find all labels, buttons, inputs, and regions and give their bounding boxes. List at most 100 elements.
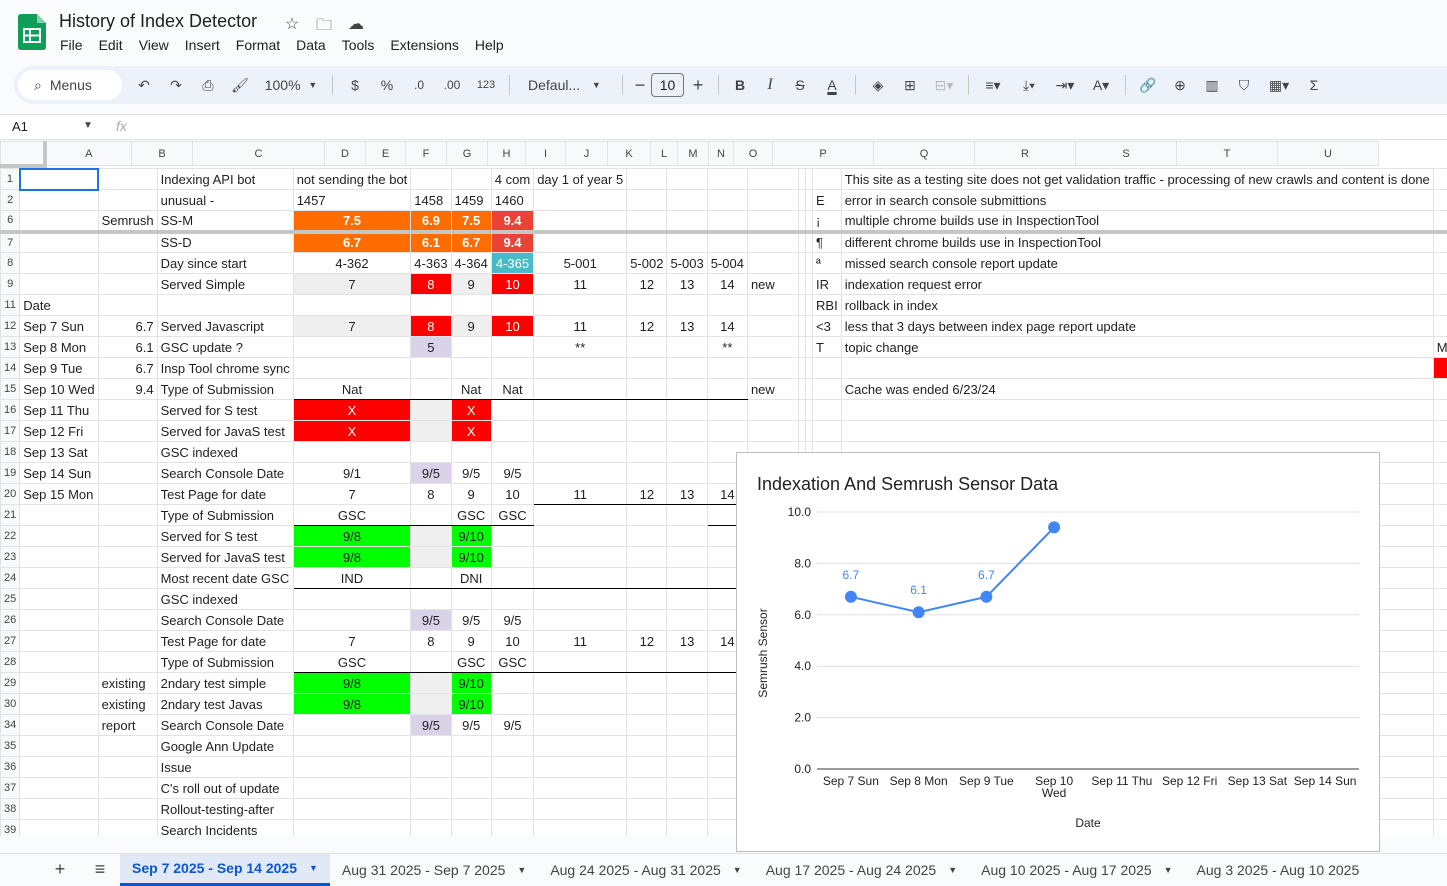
cell-c-20[interactable]: Test Page for date <box>157 484 293 505</box>
cell-h-17[interactable] <box>534 421 627 442</box>
cell-h-19[interactable] <box>534 463 627 484</box>
cell-c-8[interactable]: Day since start <box>157 253 293 274</box>
cell-j-30[interactable] <box>667 694 707 715</box>
menu-file[interactable]: File <box>52 37 91 53</box>
cell-b-34[interactable]: report <box>98 715 157 736</box>
cell-c-14[interactable]: Insp Tool chrome sync <box>157 358 293 379</box>
cell-f-35[interactable] <box>451 736 491 757</box>
cell-g-25[interactable] <box>491 589 533 610</box>
menu-extensions[interactable]: Extensions <box>382 37 466 53</box>
cell-c-27[interactable]: Test Page for date <box>157 631 293 652</box>
cell-q-21[interactable] <box>1433 505 1447 526</box>
cell-q-1[interactable] <box>1433 169 1447 190</box>
cell-f-16[interactable]: X <box>451 400 491 421</box>
paint-format-icon[interactable]: 🖌 <box>224 71 256 99</box>
cell-l-12[interactable] <box>747 316 798 337</box>
strikethrough-icon[interactable]: S <box>785 71 815 99</box>
cell-h-23[interactable] <box>534 547 627 568</box>
cell-a-22[interactable] <box>20 526 98 547</box>
cell-b-11[interactable] <box>98 295 157 316</box>
column-header-m[interactable]: M <box>678 142 709 166</box>
cell-f-11[interactable] <box>451 295 491 316</box>
functions-icon[interactable]: Σ <box>1298 71 1330 99</box>
cell-e-30[interactable] <box>411 694 451 715</box>
zoom-select[interactable]: 100% ▼ <box>256 71 326 99</box>
cell-m-13[interactable] <box>799 337 806 358</box>
row-header[interactable]: 26 <box>1 610 20 631</box>
cell-c-2[interactable]: unusual - <box>157 190 293 211</box>
document-title[interactable]: History of Index Detector <box>59 11 257 32</box>
row-header[interactable]: 22 <box>1 526 20 547</box>
cell-j-37[interactable] <box>667 778 707 799</box>
cell-j-12[interactable]: 13 <box>667 316 707 337</box>
cell-c-25[interactable]: GSC indexed <box>157 589 293 610</box>
cell-q-9[interactable] <box>1433 274 1447 295</box>
text-rotation-icon[interactable]: A▾ <box>1083 71 1119 99</box>
cell-h-21[interactable] <box>534 505 627 526</box>
cell-g-39[interactable] <box>491 820 533 837</box>
cell-p-13[interactable]: topic change <box>841 337 1433 358</box>
cell-i-21[interactable] <box>627 505 667 526</box>
cell-d-37[interactable] <box>293 778 411 799</box>
cell-a-38[interactable] <box>20 799 98 820</box>
cell-c-26[interactable]: Search Console Date <box>157 610 293 631</box>
cell-d-11[interactable] <box>293 295 411 316</box>
cell-j-36[interactable] <box>667 757 707 778</box>
cell-k-2[interactable] <box>707 190 747 211</box>
cell-b-39[interactable] <box>98 820 157 837</box>
cell-e-22[interactable] <box>411 526 451 547</box>
cell-c-30[interactable]: 2ndary test Javas <box>157 694 293 715</box>
cell-f-20[interactable]: 9 <box>451 484 491 505</box>
cell-b-24[interactable] <box>98 568 157 589</box>
cell-e-7[interactable]: 6.1 <box>411 232 451 253</box>
cell-m-1[interactable] <box>799 169 806 190</box>
cell-p-6[interactable]: multiple chrome builds use in Inspection… <box>841 211 1433 232</box>
cell-b-28[interactable] <box>98 652 157 673</box>
cell-h-2[interactable] <box>534 190 627 211</box>
cell-a-12[interactable]: Sep 7 Sun <box>20 316 98 337</box>
cell-q-19[interactable] <box>1433 463 1447 484</box>
cell-c-23[interactable]: Served for JavaS test <box>157 547 293 568</box>
cell-k-6[interactable] <box>707 211 747 232</box>
cell-a-7[interactable] <box>20 232 98 253</box>
column-header-g[interactable]: G <box>447 142 488 166</box>
cell-j-29[interactable] <box>667 673 707 694</box>
cell-o-12[interactable]: <3 <box>813 316 842 337</box>
cell-q-15[interactable] <box>1433 379 1447 400</box>
cell-d-14[interactable] <box>293 358 411 379</box>
cell-m-6[interactable] <box>799 211 806 232</box>
cell-g-2[interactable]: 1460 <box>491 190 533 211</box>
cell-f-7[interactable]: 6.7 <box>451 232 491 253</box>
cell-k-15[interactable] <box>707 379 747 400</box>
cell-d-13[interactable] <box>293 337 411 358</box>
column-header-h[interactable]: H <box>488 142 526 166</box>
cell-j-23[interactable] <box>667 547 707 568</box>
cell-i-36[interactable] <box>627 757 667 778</box>
chevron-down-icon[interactable]: ▼ <box>1164 865 1173 875</box>
sheet-tab[interactable]: Aug 3 2025 - Aug 10 2025 <box>1185 854 1372 886</box>
row-header[interactable]: 6 <box>1 211 20 232</box>
cell-k-7[interactable] <box>707 232 747 253</box>
column-header-t[interactable]: T <box>1177 142 1278 166</box>
currency-button[interactable]: $ <box>339 71 371 99</box>
cell-j-1[interactable] <box>667 169 707 190</box>
cell-d-39[interactable] <box>293 820 411 837</box>
cell-q-38[interactable] <box>1433 799 1447 820</box>
row-header[interactable]: 28 <box>1 652 20 673</box>
cell-i-2[interactable] <box>627 190 667 211</box>
cell-n-17[interactable] <box>806 421 813 442</box>
cell-j-18[interactable] <box>667 442 707 463</box>
cell-b-29[interactable]: existing <box>98 673 157 694</box>
cell-q-39[interactable] <box>1433 820 1447 837</box>
cell-a-6[interactable] <box>20 211 98 232</box>
cell-a-11[interactable]: Date <box>20 295 98 316</box>
font-size-input[interactable]: 10 <box>651 73 684 97</box>
cell-c-36[interactable]: Issue <box>157 757 293 778</box>
cell-q-35[interactable] <box>1433 736 1447 757</box>
cell-m-17[interactable] <box>799 421 806 442</box>
menu-help[interactable]: Help <box>467 37 512 53</box>
cell-d-25[interactable] <box>293 589 411 610</box>
row-header[interactable]: 21 <box>1 505 20 526</box>
add-sheet-icon[interactable]: + <box>40 859 80 880</box>
cell-e-24[interactable] <box>411 568 451 589</box>
